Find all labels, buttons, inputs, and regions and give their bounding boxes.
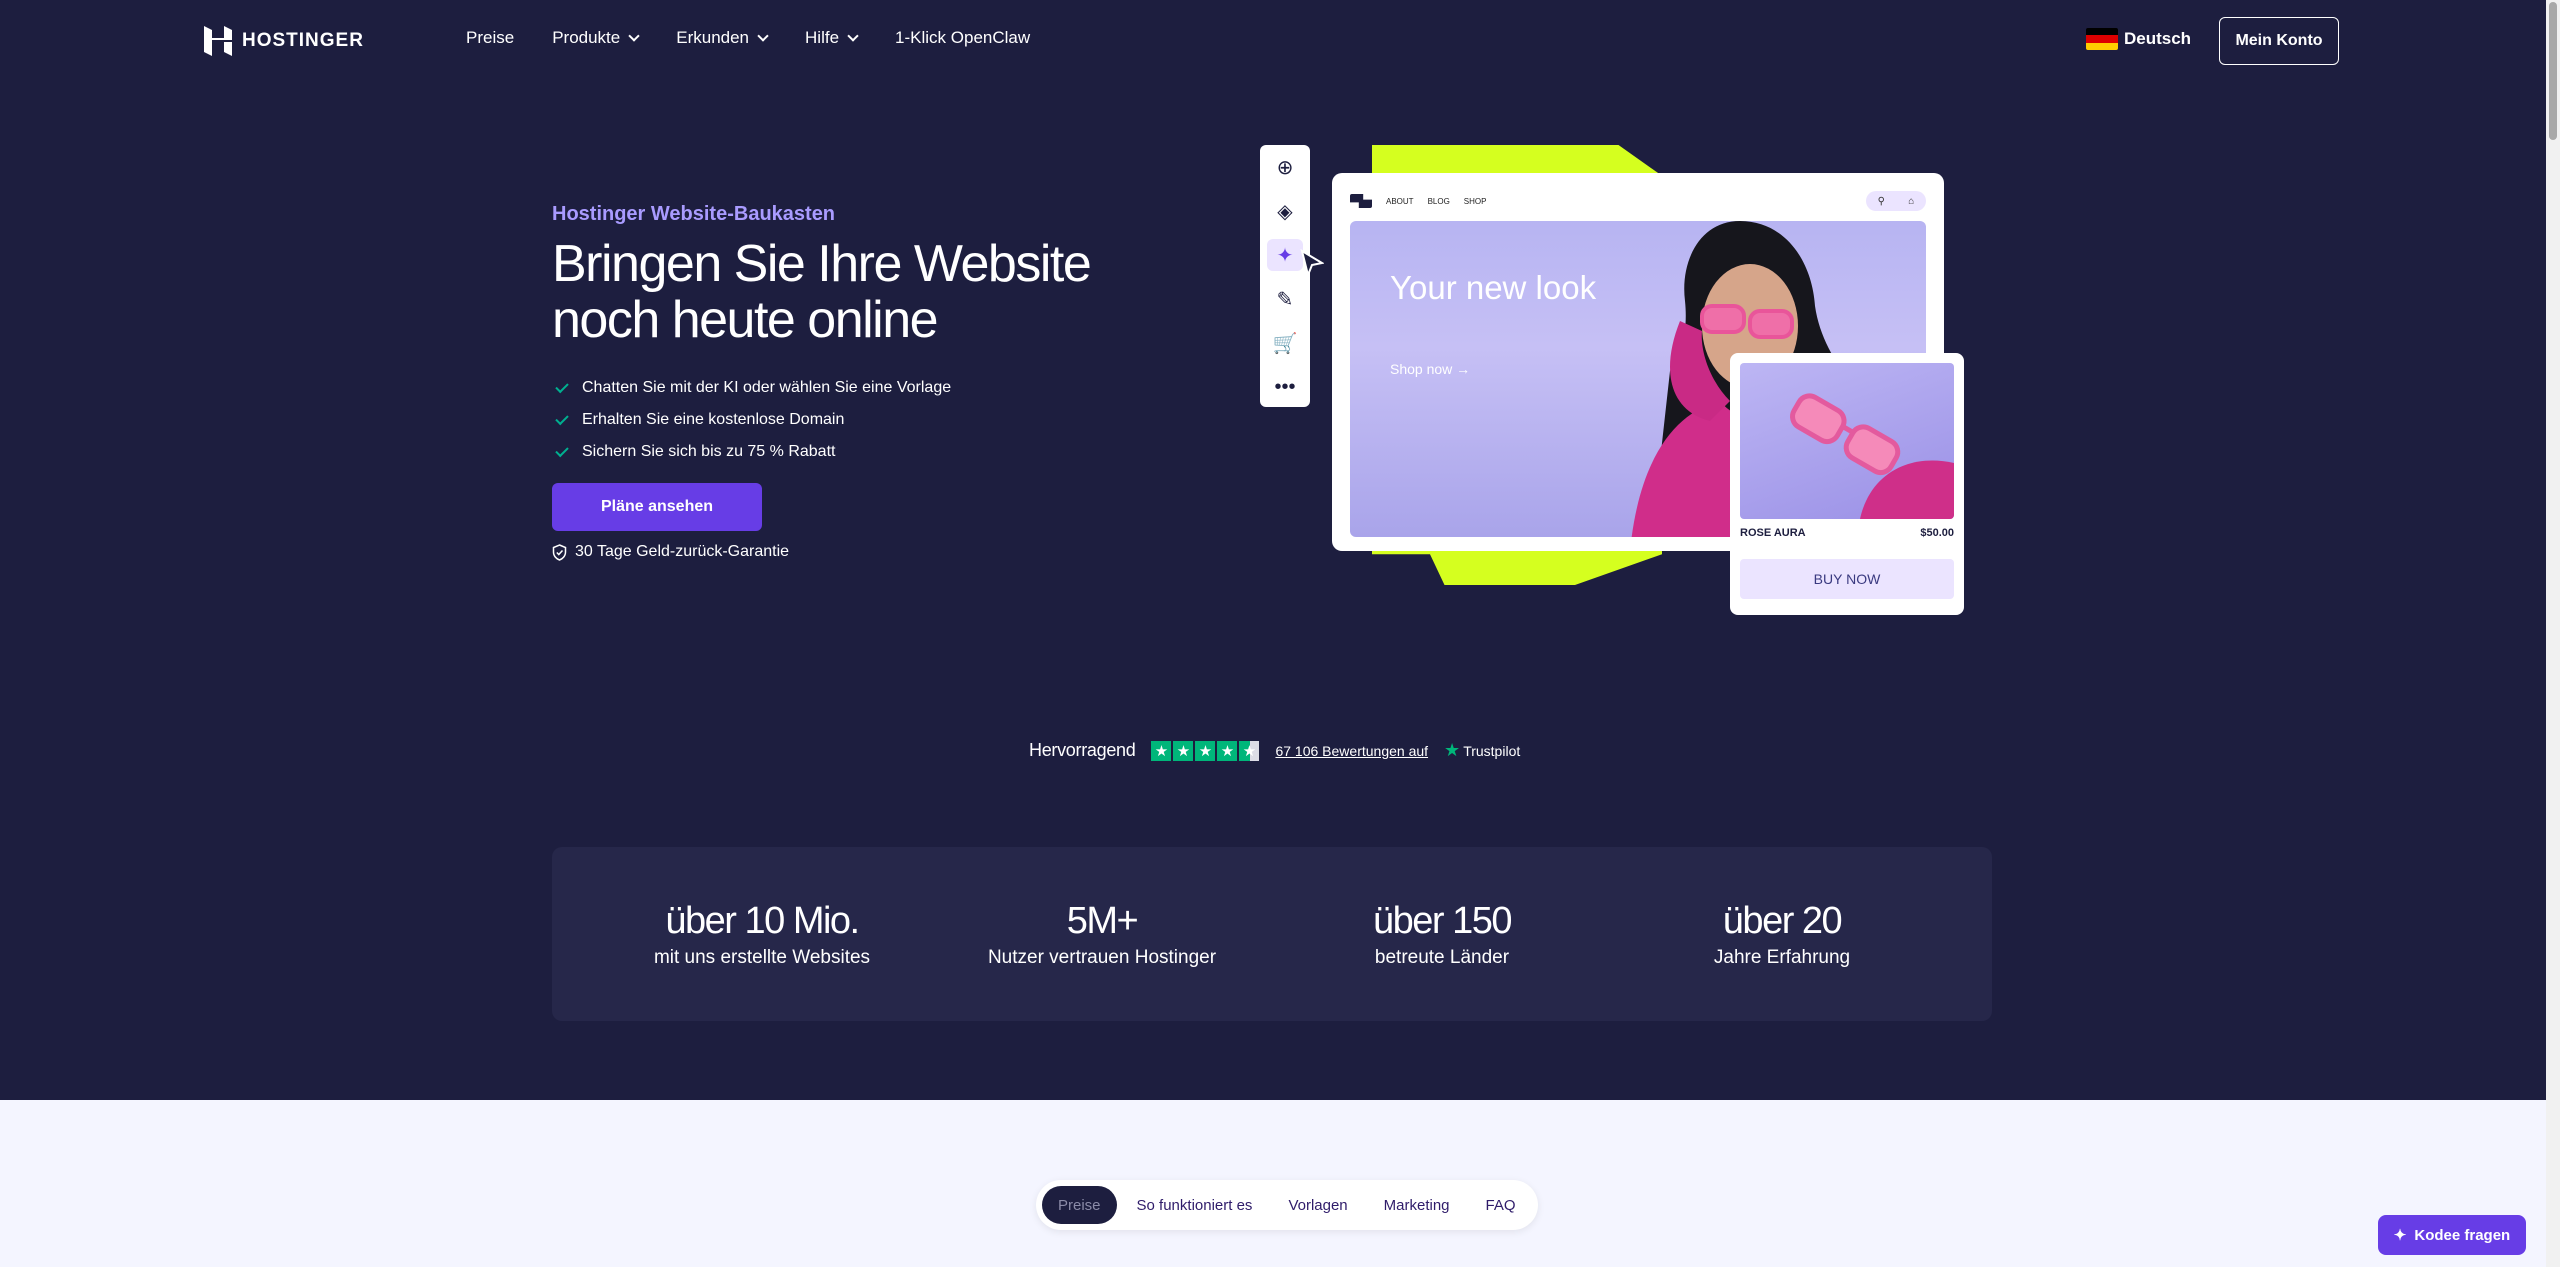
product-row: ROSE AURA $50.00 — [1740, 527, 1954, 539]
tab-so-funktioniert-es[interactable]: So funktioniert es — [1121, 1186, 1269, 1224]
sparkle-icon: ✦ — [2393, 1227, 2407, 1244]
shield-check-icon — [552, 543, 567, 561]
star-icon: ★ — [1173, 740, 1194, 761]
product-card: ROSE AURA $50.00 BUY NOW — [1730, 353, 1964, 615]
nav-label: 1-Klick OpenClaw — [895, 28, 1031, 47]
rating-stars: ★ ★ ★ ★ ★ — [1151, 740, 1260, 761]
scrollbar-thumb[interactable] — [2549, 2, 2557, 140]
product-name: ROSE AURA — [1740, 527, 1806, 539]
bullet-text: Sichern Sie sich bis zu 75 % Rabatt — [582, 443, 836, 460]
tab-preise[interactable]: Preise — [1042, 1186, 1117, 1224]
product-image — [1740, 363, 1954, 519]
cursor-icon — [1300, 249, 1324, 277]
kodee-label: Kodee fragen — [2414, 1226, 2511, 1244]
tab-marketing[interactable]: Marketing — [1368, 1186, 1466, 1224]
builder-illustration: ⊕ ◈ ✦ ✎ 🛒 ••• ABOUT BLOG SHOP ⚲ ⌂ Your n… — [1260, 143, 1970, 623]
chevron-down-icon — [847, 29, 859, 42]
stat-item: 5M+ Nutzer vertrauen Hostinger — [952, 899, 1252, 969]
hostinger-logo[interactable]: HOSTINGER — [204, 26, 364, 56]
bullet-text: Chatten Sie mit der KI oder wählen Sie e… — [582, 379, 952, 396]
nav-label: Erkunden — [676, 28, 750, 47]
buy-now-button: BUY NOW — [1740, 559, 1954, 599]
check-icon — [555, 443, 569, 457]
nav-label: Produkte — [552, 28, 621, 47]
reviews-link[interactable]: 67 106 Bewertungen auf — [1275, 743, 1428, 759]
guarantee-text: 30 Tage Geld-zurück-Garantie — [575, 543, 790, 560]
stat-label: mit uns erstellte Websites — [653, 947, 871, 968]
language-label: Deutsch — [2124, 29, 2192, 48]
sunglasses-image — [1790, 393, 1954, 519]
nav-erkunden[interactable]: Erkunden — [676, 28, 769, 48]
preview-logo-icon — [1350, 194, 1372, 208]
money-back-guarantee: 30 Tage Geld-zurück-Garantie — [552, 543, 789, 561]
cart-icon: 🛒 — [1272, 332, 1298, 355]
star-icon: ★ — [1195, 740, 1216, 761]
chevron-down-icon — [757, 29, 769, 42]
nav-hilfe[interactable]: Hilfe — [805, 28, 859, 48]
ai-sparkle-icon: ✦ — [1267, 239, 1303, 271]
view-plans-button[interactable]: Pläne ansehen — [552, 483, 762, 531]
bullet-text: Erhalten Sie eine kostenlose Domain — [582, 411, 845, 428]
check-icon — [555, 411, 569, 425]
bullet-item: Chatten Sie mit der KI oder wählen Sie e… — [555, 372, 952, 404]
rating-label: Hervorragend — [1029, 740, 1136, 760]
stat-label: Jahre Erfahrung — [1713, 947, 1851, 968]
nav-preise[interactable]: Preise — [466, 28, 514, 48]
stats-panel: über 10 Mio. mit uns erstellte Websites … — [552, 847, 1992, 1021]
check-icon — [555, 379, 569, 393]
trustpilot-logo: ★ Trustpilot — [1444, 740, 1520, 761]
stat-item: über 10 Mio. mit uns erstellte Websites — [612, 899, 912, 969]
stat-value: über 20 — [1722, 900, 1843, 942]
hostinger-logo-icon — [204, 26, 232, 56]
stat-value: über 150 — [1372, 900, 1513, 942]
logo-text: HOSTINGER — [242, 30, 364, 51]
preview-nav-link: ABOUT — [1386, 196, 1414, 206]
star-icon: ★ — [1151, 740, 1172, 761]
chevron-down-icon — [628, 29, 640, 42]
page: HOSTINGER Preise Produkte Erkunden Hilfe… — [0, 0, 2546, 1267]
product-price: $50.00 — [1920, 527, 1954, 539]
nav-produkte[interactable]: Produkte — [552, 28, 640, 48]
bag-icon: ⌂ — [1908, 195, 1915, 207]
german-flag-icon — [2086, 28, 2118, 50]
preview-nav-link: SHOP — [1463, 196, 1487, 206]
more-icon: ••• — [1274, 375, 1296, 398]
stat-label: Nutzer vertrauen Hostinger — [987, 947, 1217, 968]
layers-icon: ◈ — [1277, 200, 1293, 223]
stat-value: über 10 Mio. — [665, 900, 860, 942]
trustpilot-star-icon: ★ — [1444, 740, 1461, 760]
scrollbar-track[interactable] — [2546, 0, 2560, 1267]
preview-nav: ABOUT BLOG SHOP ⚲ ⌂ — [1350, 191, 1926, 211]
add-icon: ⊕ — [1276, 156, 1294, 179]
hero-title: Bringen Sie Ihre Website noch heute onli… — [552, 235, 1092, 349]
preview-hero-title: Your new look — [1390, 269, 1597, 306]
nav-label: Preise — [466, 28, 515, 47]
style-icon: ✎ — [1276, 288, 1294, 311]
star-icon: ★ — [1217, 740, 1238, 761]
tab-vorlagen[interactable]: Vorlagen — [1272, 1186, 1363, 1224]
bullet-item: Sichern Sie sich bis zu 75 % Rabatt — [555, 436, 951, 468]
kodee-ask-button[interactable]: ✦ Kodee fragen — [2378, 1215, 2526, 1255]
stat-item: über 150 betreute Länder — [1292, 899, 1592, 969]
hero-eyebrow: Hostinger Website-Baukasten — [552, 203, 836, 225]
stat-item: über 20 Jahre Erfahrung — [1632, 899, 1932, 969]
search-icon: ⚲ — [1877, 195, 1885, 207]
stat-value: 5M+ — [1066, 900, 1139, 942]
stat-label: betreute Länder — [1374, 947, 1510, 968]
tab-faq[interactable]: FAQ — [1470, 1186, 1532, 1224]
trustpilot-brand: Trustpilot — [1463, 742, 1521, 759]
language-selector[interactable]: Deutsch — [2086, 28, 2191, 50]
half-star-icon: ★ — [1239, 740, 1260, 761]
trustpilot-rating: Hervorragend ★ ★ ★ ★ ★ 67 106 Bewertunge… — [1029, 740, 1520, 761]
hero-bullets: Chatten Sie mit der KI oder wählen Sie e… — [555, 372, 952, 468]
preview-actions: ⚲ ⌂ — [1866, 191, 1926, 211]
my-account-button[interactable]: Mein Konto — [2219, 17, 2339, 65]
nav-label: Hilfe — [805, 28, 840, 47]
preview-hero-link: Shop now → — [1390, 361, 1471, 377]
nav-openclaw[interactable]: 1-Klick OpenClaw — [895, 28, 1030, 48]
bullet-item: Erhalten Sie eine kostenlose Domain — [555, 404, 951, 436]
preview-nav-link: BLOG — [1427, 196, 1450, 206]
main-nav: Preise Produkte Erkunden Hilfe 1-Klick O… — [466, 28, 1030, 48]
section-tabs: Preise So funktioniert es Vorlagen Marke… — [1036, 1180, 1538, 1230]
